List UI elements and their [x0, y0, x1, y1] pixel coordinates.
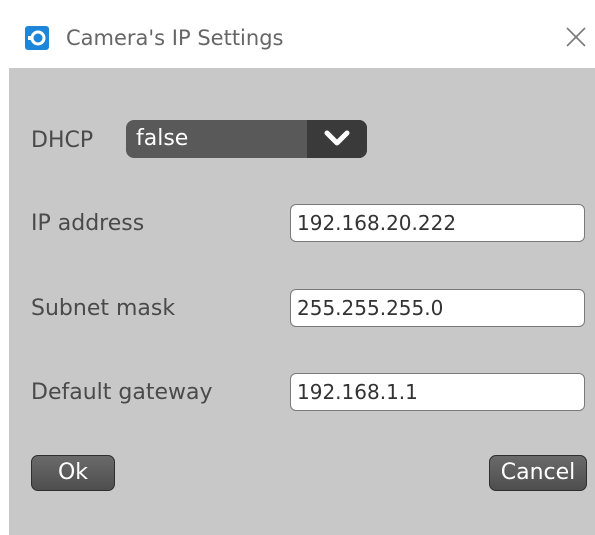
close-button[interactable] — [563, 24, 589, 50]
dhcp-label: DHCP — [31, 128, 94, 153]
dhcp-select-value: false — [136, 126, 189, 151]
window-title: Camera's IP Settings — [66, 26, 284, 50]
ok-button[interactable]: Ok — [31, 455, 115, 491]
dhcp-select-arrow[interactable] — [307, 120, 367, 158]
default-gateway-label: Default gateway — [31, 380, 213, 405]
dhcp-select[interactable]: false — [126, 120, 367, 158]
camera-app-icon — [25, 26, 49, 50]
ip-settings-dialog: Camera's IP Settings DHCP false IP addre… — [9, 12, 595, 535]
ip-address-field[interactable]: 192.168.20.222 — [290, 204, 585, 242]
default-gateway-field[interactable]: 192.168.1.1 — [290, 373, 585, 411]
cancel-button[interactable]: Cancel — [489, 455, 587, 491]
ip-address-label: IP address — [31, 211, 145, 236]
title-bar: Camera's IP Settings — [9, 12, 595, 68]
subnet-mask-field[interactable]: 255.255.255.0 — [290, 289, 585, 327]
close-icon — [566, 27, 586, 47]
subnet-mask-label: Subnet mask — [31, 296, 176, 321]
chevron-down-icon — [324, 130, 350, 146]
